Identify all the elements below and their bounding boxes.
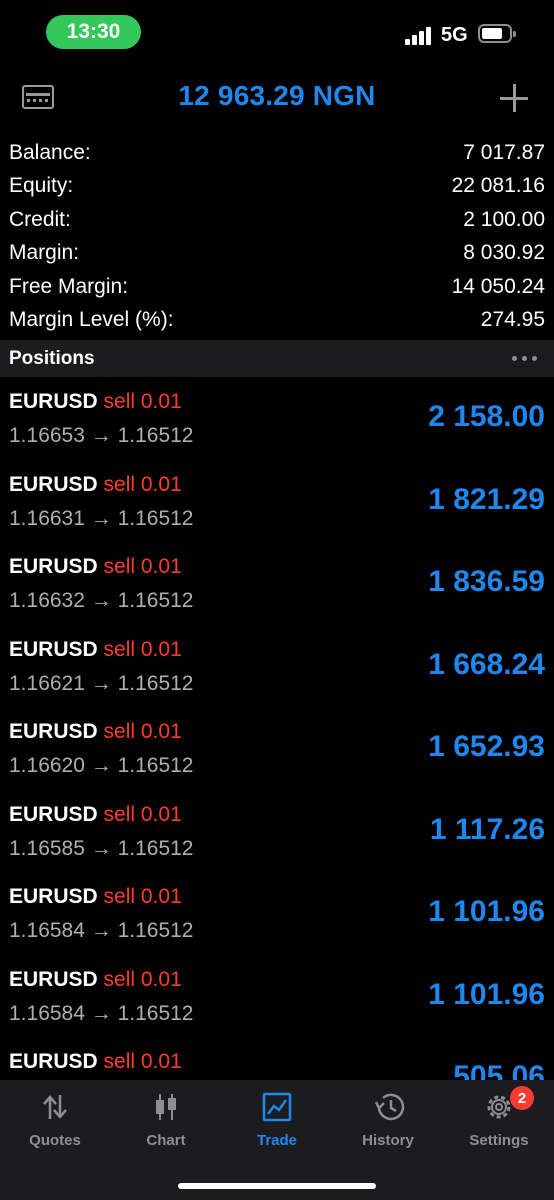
position-prices: 1.16632 → 1.16512 [9, 589, 194, 612]
summary-row-balance: Balance: 7 017.87 [0, 136, 554, 170]
position-symbol: EURUSD [9, 472, 98, 496]
position-side: sell 0.01 [103, 472, 182, 496]
notification-badge: 2 [510, 1086, 534, 1110]
position-profit: 1 821.29 [428, 482, 545, 516]
summary-row-free-margin: Free Margin: 14 050.24 [0, 270, 554, 304]
tab-label: Settings [469, 1132, 529, 1149]
summary-label: Credit: [9, 207, 71, 231]
tab-label: Quotes [29, 1132, 81, 1149]
positions-list[interactable]: EURUSD sell 0.01 1.16653 → 1.16512 2 158… [0, 378, 554, 1080]
position-prices: 1.16621 → 1.16512 [9, 671, 194, 695]
tab-bar: Quotes Chart Trade History 2 Settings [0, 1080, 554, 1200]
history-icon [374, 1093, 405, 1121]
position-profit: 1 652.93 [428, 730, 545, 763]
tab-trade[interactable]: Trade [222, 1090, 332, 1150]
position-profit: 1 668.24 [428, 647, 545, 681]
summary-row-margin-level: Margin Level (%): 274.95 [0, 304, 554, 338]
position-row[interactable]: EURUSD sell 0.01 1.16585 → 1.16512 1 117… [0, 791, 554, 874]
status-bar: 13:30 5G [0, 0, 554, 64]
battery-icon [478, 24, 516, 43]
tab-label: Trade [256, 1132, 298, 1149]
position-symbol: EURUSD [9, 720, 98, 743]
position-row[interactable]: EURUSD sell 0.01 1.16631 → 1.16512 1 821… [0, 461, 554, 544]
position-row[interactable]: EURUSD sell 0.01 1.16584 → 1.16512 1 101… [0, 956, 554, 1039]
position-symbol: EURUSD [9, 802, 98, 826]
position-side: sell 0.01 [103, 802, 182, 826]
position-profit: 1 101.96 [428, 977, 545, 1011]
plus-icon[interactable] [500, 84, 528, 112]
signal-icon [405, 25, 437, 45]
position-side: sell 0.01 [103, 720, 182, 743]
chart-icon [156, 1094, 176, 1120]
positions-header: Positions [0, 340, 554, 377]
position-row[interactable]: EURUSD sell 0.01 1.16584 → 1.16512 1 101… [0, 873, 554, 956]
trade-icon [262, 1092, 292, 1122]
position-profit: 1 836.59 [428, 565, 545, 598]
account-balance-title: 12 963.29 NGN [178, 80, 376, 111]
summary-row-margin: Margin: 8 030.92 [0, 237, 554, 271]
position-side: sell 0.01 [103, 1050, 182, 1073]
positions-title: Positions [9, 347, 95, 369]
home-indicator [178, 1183, 376, 1189]
position-symbol: EURUSD [9, 885, 98, 908]
position-symbol: EURUSD [9, 555, 98, 578]
tab-label: Chart [146, 1132, 186, 1149]
position-prices: 1.16584 → 1.16512 [9, 919, 194, 942]
position-row[interactable]: EURUSD sell 0.01 1.16620 → 1.16512 1 652… [0, 708, 554, 791]
tab-label: History [362, 1132, 414, 1149]
position-profit: 1 101.96 [428, 895, 545, 928]
position-row[interactable]: EURUSD sell 0.01 505.06 [0, 1038, 554, 1080]
position-profit: 1 117.26 [429, 812, 545, 846]
position-prices: 1.16620 → 1.16512 [9, 754, 194, 777]
position-symbol: EURUSD [9, 967, 98, 991]
summary-row-credit: Credit: 2 100.00 [0, 203, 554, 237]
summary-value: 8 030.92 [463, 241, 545, 265]
summary-value: 7 017.87 [463, 140, 545, 164]
position-side: sell 0.01 [103, 967, 182, 991]
position-prices: 1.16631 → 1.16512 [9, 506, 194, 530]
tab-history[interactable]: History [333, 1090, 443, 1150]
position-row[interactable]: EURUSD sell 0.01 1.16632 → 1.16512 1 836… [0, 543, 554, 626]
summary-value: 22 081.16 [451, 174, 545, 198]
position-profit: 2 158.00 [428, 400, 545, 433]
position-side: sell 0.01 [103, 555, 182, 578]
position-side: sell 0.01 [103, 390, 182, 413]
position-symbol: EURUSD [9, 637, 98, 661]
tab-quotes[interactable]: Quotes [0, 1090, 110, 1150]
position-symbol: EURUSD [9, 1050, 98, 1073]
summary-value: 274.95 [480, 308, 545, 332]
position-profit: 505.06 [453, 1060, 545, 1080]
position-side: sell 0.01 [103, 885, 182, 908]
status-time: 13:30 [46, 15, 141, 49]
summary-label: Balance: [9, 140, 91, 164]
summary-label: Equity: [9, 174, 74, 198]
summary-value: 14 050.24 [451, 274, 545, 298]
summary-row-equity: Equity: 22 081.16 [0, 170, 554, 204]
tab-settings[interactable]: 2 Settings [444, 1086, 554, 1150]
account-summary: Balance: 7 017.87 Equity: 22 081.16 Credit… [0, 136, 554, 337]
position-side: sell 0.01 [103, 637, 182, 661]
quotes-icon [43, 1095, 67, 1119]
tab-chart[interactable]: Chart [111, 1090, 221, 1150]
summary-label: Margin Level (%): [9, 308, 174, 332]
network-type: 5G [441, 24, 468, 46]
header: 12 963.29 NGN [0, 70, 554, 126]
summary-label: Free Margin: [9, 274, 129, 298]
more-icon[interactable] [512, 356, 537, 361]
position-row[interactable]: EURUSD sell 0.01 1.16653 → 1.16512 2 158… [0, 378, 554, 461]
position-row[interactable]: EURUSD sell 0.01 1.16621 → 1.16512 1 668… [0, 626, 554, 709]
summary-label: Margin: [9, 241, 80, 265]
summary-value: 2 100.00 [463, 207, 545, 231]
position-prices: 1.16585 → 1.16512 [9, 836, 194, 860]
position-prices: 1.16653 → 1.16512 [9, 424, 194, 447]
position-symbol: EURUSD [9, 390, 98, 413]
position-prices: 1.16584 → 1.16512 [9, 1001, 194, 1025]
